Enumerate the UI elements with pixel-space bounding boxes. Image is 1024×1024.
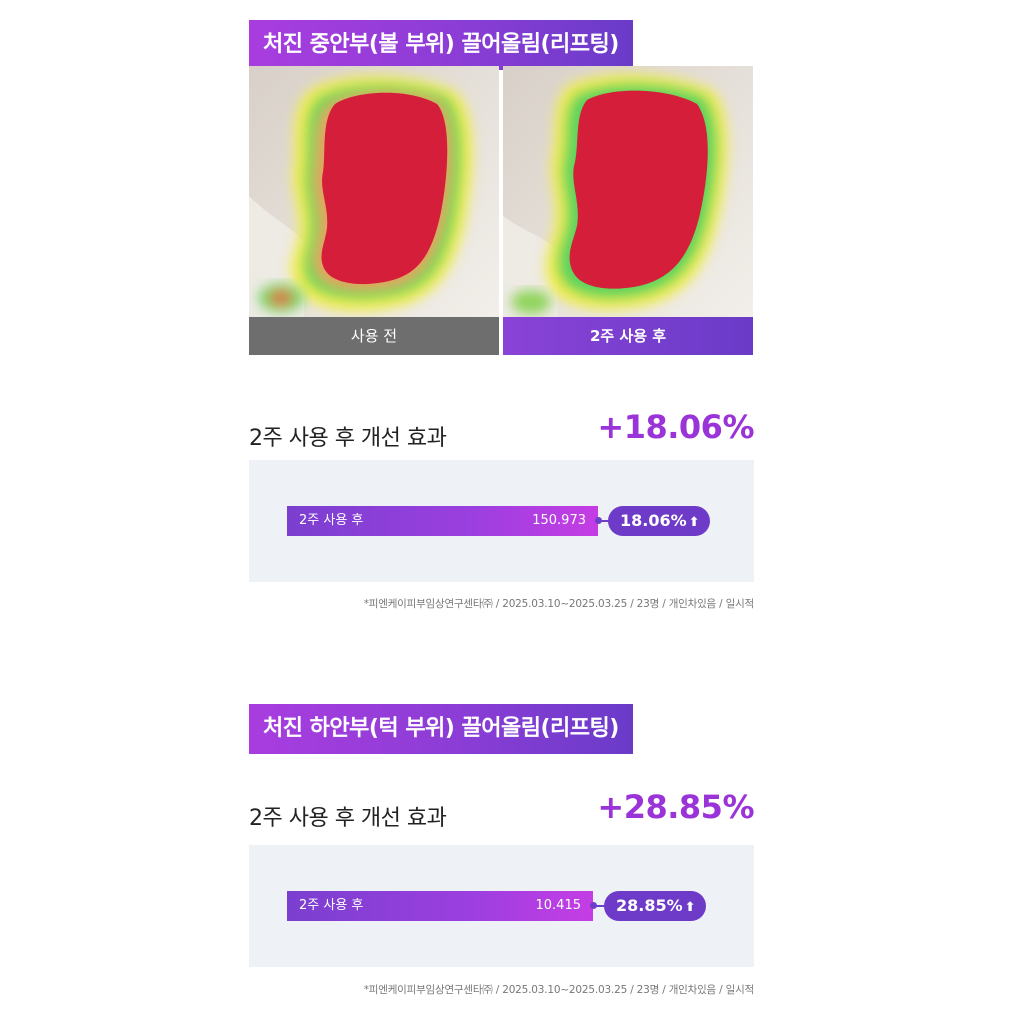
bar-panel: 2주 사용 후 10.415 28.85% ⬆ — [249, 845, 754, 967]
after-photo: 2주 사용 후 — [503, 66, 753, 356]
footnote: *피엔케이피부임상연구센타㈜ / 2025.03.10~2025.03.25 /… — [363, 984, 754, 996]
after-caption: 2주 사용 후 — [503, 317, 753, 355]
result-bar: 2주 사용 후 10.415 — [287, 891, 593, 921]
up-arrow-icon: ⬆ — [688, 515, 700, 530]
percent-badge: 28.85% ⬆ — [604, 891, 706, 921]
section-title: 처진 중안부(볼 부위) 끌어올림(리프팅) — [249, 20, 633, 70]
before-caption: 사용 전 — [249, 317, 499, 355]
up-arrow-icon: ⬆ — [684, 900, 696, 915]
bar-value: 150.973 — [532, 513, 586, 528]
result-bar: 2주 사용 후 150.973 — [287, 506, 598, 536]
improvement-result: 2주 사용 후 개선 효과 +18.06% — [249, 408, 754, 458]
bar-panel: 2주 사용 후 150.973 18.06% ⬆ — [249, 460, 754, 582]
badge-value: 28.85% — [616, 896, 683, 915]
percent-badge: 18.06% ⬆ — [608, 506, 710, 536]
before-after-photos: 사용 전 2주 사용 후 — [249, 66, 754, 356]
section-midface: 처진 중안부(볼 부위) 끌어올림(리프팅) 사용 전 2주 사용 후 2주 사… — [249, 0, 754, 620]
before-photo: 사용 전 — [249, 66, 499, 356]
heatmap-image — [503, 66, 753, 317]
result-value: +18.06% — [597, 408, 754, 446]
footnote: *피엔케이피부임상연구센타㈜ / 2025.03.10~2025.03.25 /… — [363, 598, 754, 610]
improvement-result: 2주 사용 후 개선 효과 +28.85% — [249, 788, 754, 838]
section-title: 처진 하안부(턱 부위) 끌어올림(리프팅) — [249, 704, 633, 754]
section-lowerface: 처진 하안부(턱 부위) 끌어올림(리프팅) 2주 사용 후 개선 효과 +28… — [249, 700, 754, 1010]
result-value: +28.85% — [597, 788, 754, 826]
bar-label: 2주 사용 후 — [299, 898, 364, 913]
bar-value: 10.415 — [535, 898, 582, 913]
bar-label: 2주 사용 후 — [299, 513, 364, 528]
badge-value: 18.06% — [620, 511, 687, 530]
result-label: 2주 사용 후 개선 효과 — [249, 426, 447, 451]
result-label: 2주 사용 후 개선 효과 — [249, 806, 447, 831]
heatmap-image — [249, 66, 499, 317]
